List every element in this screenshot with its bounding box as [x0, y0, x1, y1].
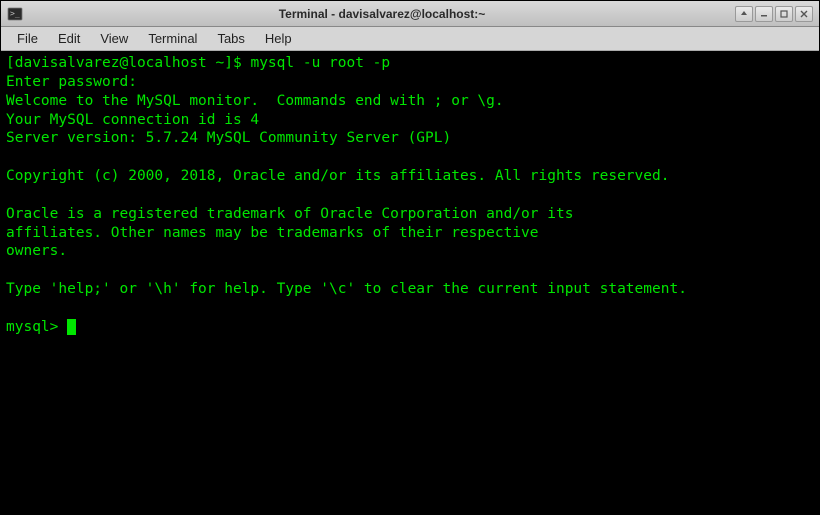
menu-edit[interactable]: Edit	[48, 28, 90, 49]
output-line: affiliates. Other names may be trademark…	[6, 225, 539, 241]
ps1-path: ~	[207, 55, 224, 71]
command-input: mysql -u root -p	[250, 55, 390, 71]
minimize-button[interactable]	[755, 6, 773, 22]
output-line: Copyright (c) 2000, 2018, Oracle and/or …	[6, 168, 669, 184]
output-line: Server version: 5.7.24 MySQL Community S…	[6, 130, 451, 146]
window-controls	[735, 6, 813, 22]
menu-view[interactable]: View	[90, 28, 138, 49]
menu-tabs[interactable]: Tabs	[207, 28, 254, 49]
output-line: Oracle is a registered trademark of Orac…	[6, 206, 573, 222]
ps1-suffix: ]$	[224, 55, 250, 71]
close-button[interactable]	[795, 6, 813, 22]
output-line: owners.	[6, 243, 67, 259]
output-line: Enter password:	[6, 74, 137, 90]
svg-text:>_: >_	[10, 9, 20, 18]
menu-file[interactable]: File	[7, 28, 48, 49]
menu-terminal[interactable]: Terminal	[138, 28, 207, 49]
window-title: Terminal - davisalvarez@localhost:~	[29, 7, 735, 21]
mysql-prompt: mysql>	[6, 319, 67, 335]
terminal-pane[interactable]: [davisalvarez@localhost ~]$ mysql -u roo…	[1, 51, 819, 514]
ps1-open: [	[6, 55, 15, 71]
maximize-button[interactable]	[775, 6, 793, 22]
menu-help[interactable]: Help	[255, 28, 302, 49]
ps1-userhost: davisalvarez@localhost	[15, 55, 207, 71]
output-line: Type 'help;' or '\h' for help. Type '\c'…	[6, 281, 687, 297]
terminal-icon: >_	[7, 6, 23, 22]
menubar: File Edit View Terminal Tabs Help	[1, 27, 819, 51]
cursor-block	[67, 319, 76, 335]
output-line: Your MySQL connection id is 4	[6, 112, 259, 128]
keep-above-button[interactable]	[735, 6, 753, 22]
window-titlebar: >_ Terminal - davisalvarez@localhost:~	[1, 1, 819, 27]
output-line: Welcome to the MySQL monitor. Commands e…	[6, 93, 504, 109]
